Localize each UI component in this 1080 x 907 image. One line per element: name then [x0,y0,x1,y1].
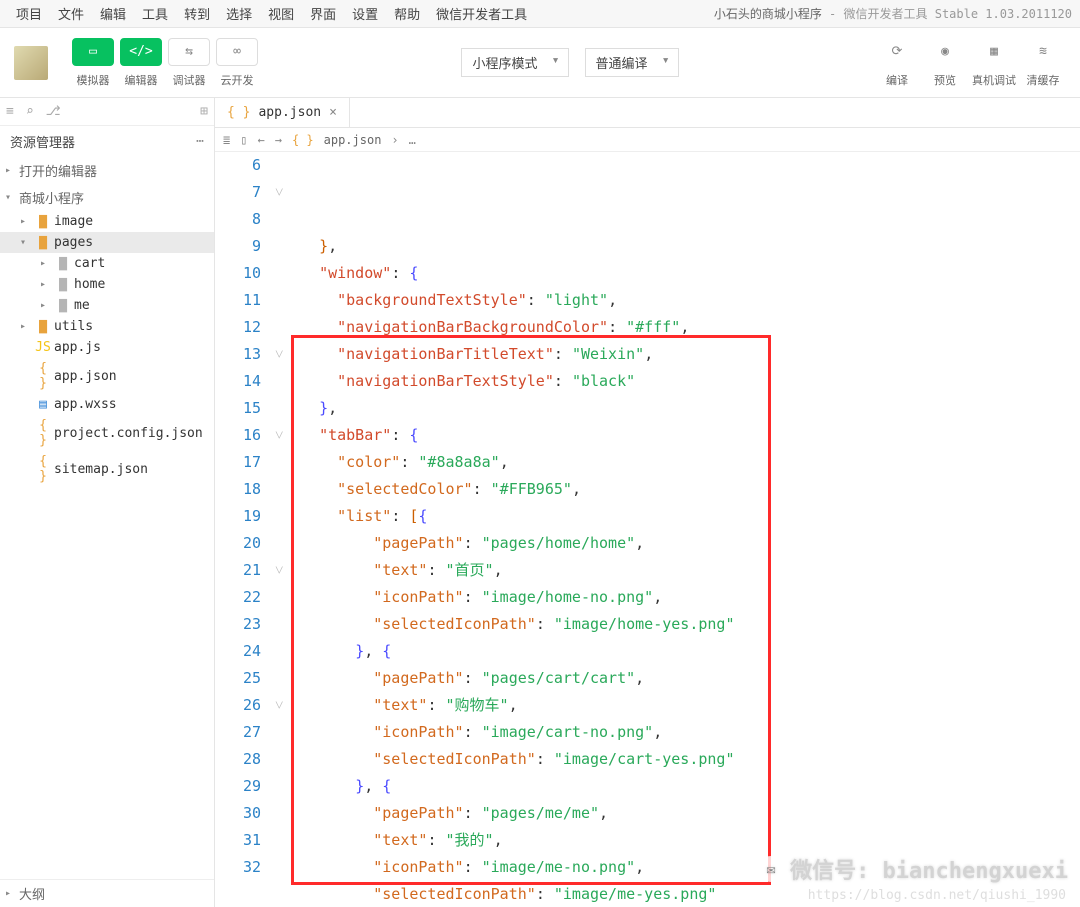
menu-bar: 项目文件编辑工具转到选择视图界面设置帮助微信开发者工具 小石头的商城小程序 - … [0,0,1080,28]
tree-item-label: sitemap.json [54,462,148,477]
menu-item[interactable]: 工具 [134,4,176,23]
compile-mode-select[interactable]: 普通编译 [585,48,679,77]
editor-tabbar: { } app.json × [215,98,1080,128]
menu-item[interactable]: 文件 [50,4,92,23]
tree-item-label: project.config.json [54,426,203,441]
tree-item-label: me [74,298,90,313]
explorer-sidebar: ≡ ⌕ ⎇ ⊞ 资源管理器 ⋯ ▸打开的编辑器 ▾商城小程序 ▸▇image▾▇… [0,98,215,907]
sidebar-toolbar: ≡ ⌕ ⎇ ⊞ [0,98,214,126]
extension-icon[interactable]: ⊞ [200,104,208,119]
nav-forward-icon[interactable]: → [275,133,282,147]
tree-item-label: home [74,277,105,292]
search-icon[interactable]: ⌕ [26,104,34,119]
tree-item-label: app.json [54,369,117,384]
folder-icon: ▇ [34,319,52,334]
tree-item-label: pages [54,235,93,250]
tree-item-me[interactable]: ▸▇me [0,295,214,316]
tree-item-label: utils [54,319,93,334]
json-icon: { } [34,361,52,391]
menu-item[interactable]: 帮助 [386,4,428,23]
json-icon: { } [34,454,52,484]
more-icon[interactable]: ⋯ [196,134,204,149]
tree-item-utils[interactable]: ▸▇utils [0,316,214,337]
folder-icon: ▇ [34,235,52,250]
debugger-button[interactable]: ⇆ [168,38,210,66]
mode-select[interactable]: 小程序模式 [461,48,568,77]
menu-item[interactable]: 项目 [8,4,50,23]
wechat-icon: ✉ [758,856,784,882]
folder-icon: ▇ [54,256,72,271]
watermark: ✉ 微信号: bianchengxuexi [758,853,1068,885]
clear-cache-button[interactable]: ≋ [1022,38,1064,66]
fold-column[interactable]: ˅˅˅˅˅ [275,152,295,907]
js-icon: JS [34,340,52,355]
menu-item[interactable]: 编辑 [92,4,134,23]
menu-item[interactable]: 选择 [218,4,260,23]
tree-item-label: app.wxss [54,397,117,412]
tree-item-home[interactable]: ▸▇home [0,274,214,295]
folder-icon: ▇ [54,277,72,292]
cloud-button[interactable]: ∞ [216,38,258,66]
tree-item-image[interactable]: ▸▇image [0,211,214,232]
tree-item-app-wxss[interactable]: ▤app.wxss [0,394,214,415]
editor-button[interactable]: </> [120,38,162,66]
wxss-icon: ▤ [34,397,52,412]
branch-icon[interactable]: ⎇ [46,104,61,119]
json-icon: { } [227,105,250,120]
project-name: 小石头的商城小程序 [714,7,822,21]
code-content[interactable]: }, "window": { "backgroundTextStyle": "l… [295,152,1080,907]
tree-item-label: app.js [54,340,101,355]
hamburger-icon[interactable]: ≡ [6,104,14,119]
tree-item-app-js[interactable]: JSapp.js [0,337,214,358]
list-icon[interactable]: ≣ [223,133,230,147]
tree-item-project-config-json[interactable]: { }project.config.json [0,415,214,451]
user-avatar[interactable] [14,46,48,80]
compile-button[interactable]: ⟳ [876,38,918,66]
menu-item[interactable]: 设置 [344,4,386,23]
tree-item-pages[interactable]: ▾▇pages [0,232,214,253]
menu-item[interactable]: 视图 [260,4,302,23]
tree-item-label: cart [74,256,105,271]
close-icon[interactable]: × [329,105,337,120]
code-editor[interactable]: 6789101112131415161718192021222324252627… [215,152,1080,907]
tree-item-app-json[interactable]: { }app.json [0,358,214,394]
editor-area: { } app.json × ≣ ▯ ← → { } app.json › … … [215,98,1080,907]
remote-debug-button[interactable]: ▦ [973,38,1015,66]
tree-item-sitemap-json[interactable]: { }sitemap.json [0,451,214,487]
breadcrumb-rest[interactable]: … [409,133,416,147]
folder-icon: ▇ [54,298,72,313]
open-editors-section[interactable]: ▸打开的编辑器 [0,157,214,184]
file-tab-label: app.json [258,105,321,120]
outline-section[interactable]: ▸大纲 [0,879,214,907]
nav-back-icon[interactable]: ← [257,133,264,147]
bookmark-icon[interactable]: ▯ [240,133,247,147]
menu-item[interactable]: 转到 [176,4,218,23]
tree-item-label: image [54,214,93,229]
tree-item-cart[interactable]: ▸▇cart [0,253,214,274]
breadcrumb[interactable]: app.json [324,133,382,147]
json-icon: { } [292,133,314,147]
window-title: 小石头的商城小程序 - 微信开发者工具 Stable 1.03.2011120 [714,5,1072,22]
menu-item[interactable]: 界面 [302,4,344,23]
source-url-watermark: https://blog.csdn.net/qiushi_1990 [808,888,1066,903]
explorer-header: 资源管理器 ⋯ [0,126,214,157]
preview-button[interactable]: ◉ [924,38,966,66]
menu-item[interactable]: 微信开发者工具 [428,4,535,23]
json-icon: { } [34,418,52,448]
breadcrumb-bar: ≣ ▯ ← → { } app.json › … [215,128,1080,152]
file-tab-app-json[interactable]: { } app.json × [215,97,350,127]
simulator-button[interactable]: ▭ [72,38,114,66]
project-section[interactable]: ▾商城小程序 [0,184,214,211]
toolbar: ▭模拟器 </>编辑器 ⇆调试器 ∞云开发 小程序模式 普通编译 ⟳编译 ◉预览… [0,28,1080,98]
line-gutter: 6789101112131415161718192021222324252627… [215,152,275,907]
folder-icon: ▇ [34,214,52,229]
